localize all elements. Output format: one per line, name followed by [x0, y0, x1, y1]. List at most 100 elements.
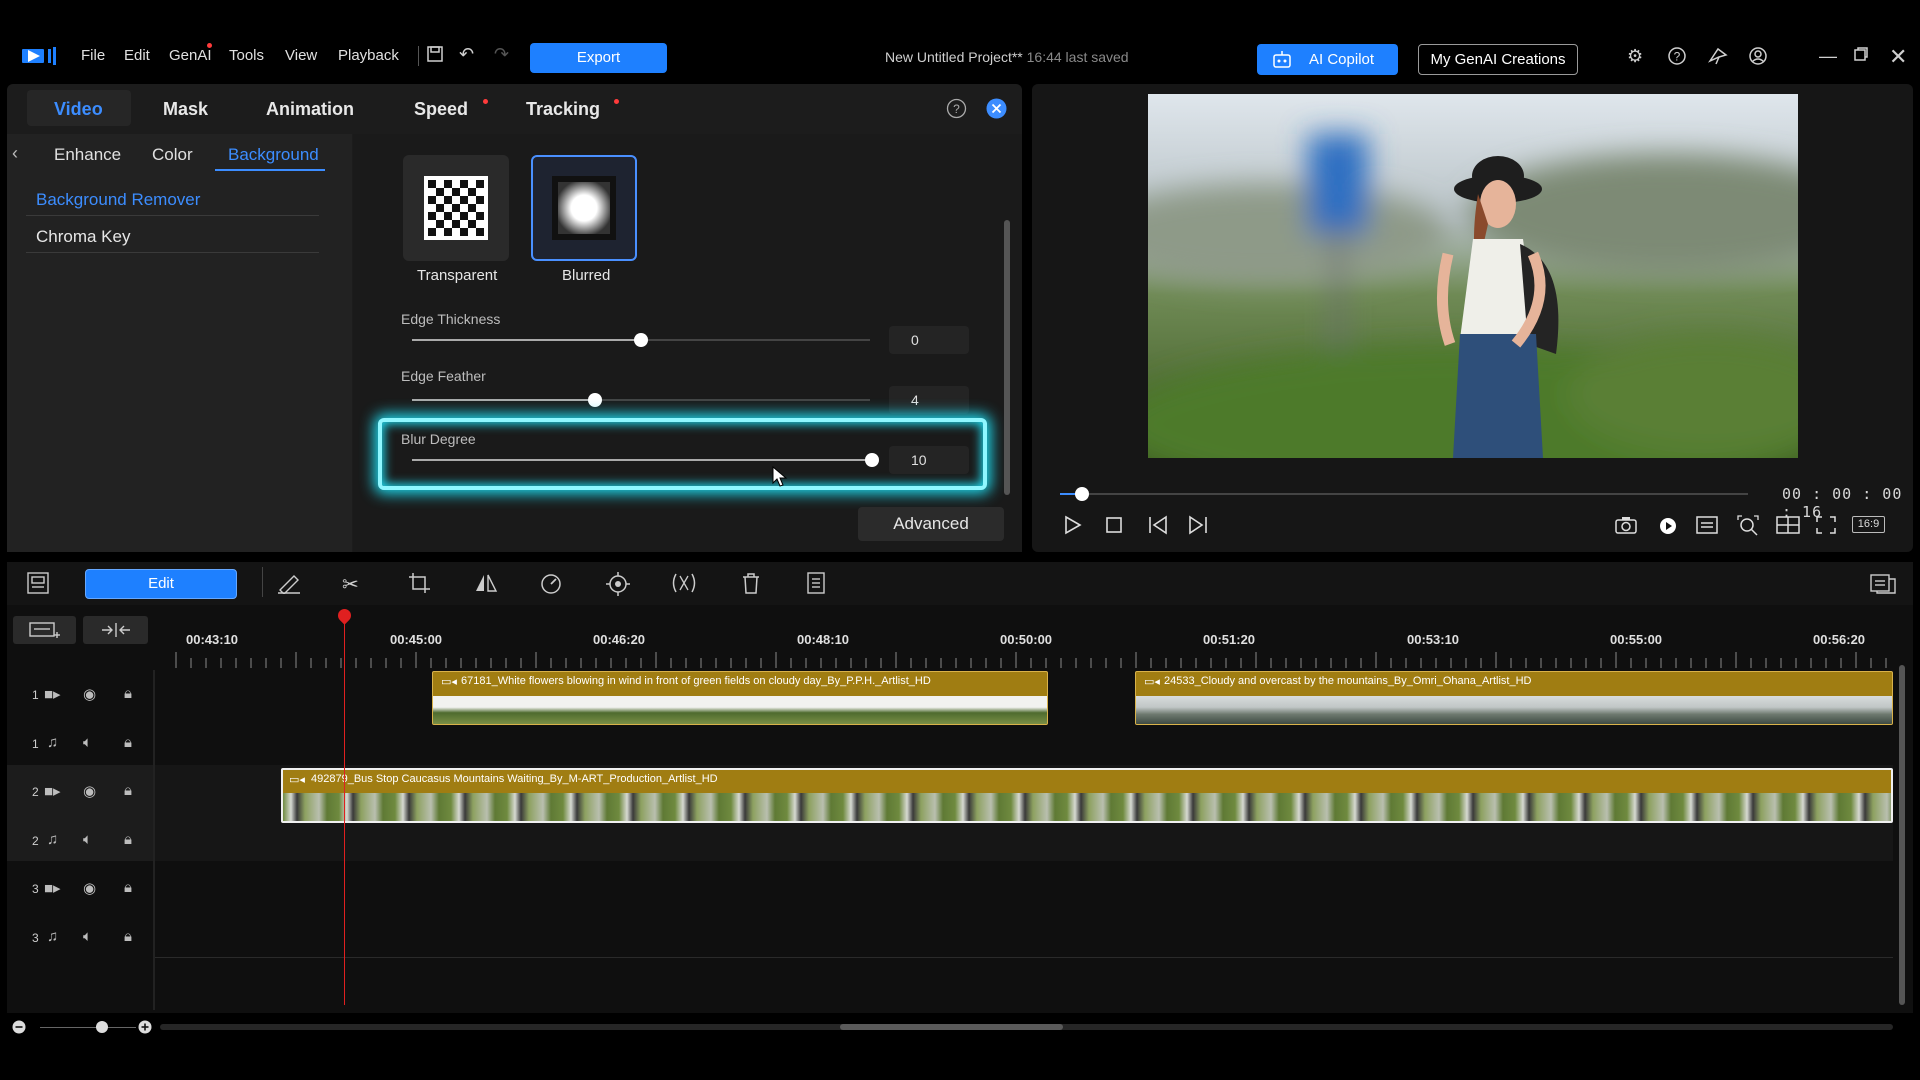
- timeline-ruler[interactable]: [160, 650, 1893, 668]
- gear-icon[interactable]: ⚙: [1627, 46, 1643, 67]
- library-toggle-icon[interactable]: [27, 572, 49, 600]
- clip-video-icon: ▭◂: [1144, 676, 1160, 688]
- svg-text:?: ?: [953, 102, 960, 116]
- play-icon[interactable]: [1061, 514, 1083, 542]
- minimize-icon[interactable]: —: [1819, 46, 1837, 67]
- fit-timeline-button[interactable]: [83, 616, 148, 644]
- timeline-settings-icon[interactable]: [1870, 572, 1896, 600]
- redo-icon[interactable]: ↷: [494, 44, 509, 65]
- tab-speed[interactable]: Speed: [414, 99, 468, 120]
- zoom-in-icon[interactable]: [138, 1020, 152, 1039]
- more-tools-icon[interactable]: [804, 572, 828, 600]
- undo-icon[interactable]: ↶: [459, 44, 474, 65]
- previous-frame-icon[interactable]: [1146, 514, 1170, 542]
- eye-icon[interactable]: ◉: [83, 782, 96, 800]
- menu-view[interactable]: View: [285, 47, 317, 64]
- timeline-scroll-thumb[interactable]: [840, 1024, 1063, 1030]
- render-preview-icon[interactable]: [1657, 515, 1679, 543]
- my-genai-creations-button[interactable]: My GenAI Creations: [1418, 44, 1578, 75]
- lock-icon[interactable]: 🔒︎: [124, 831, 132, 848]
- stop-icon[interactable]: [1103, 514, 1125, 542]
- scissors-icon[interactable]: ✂: [342, 572, 359, 597]
- blur-degree-input[interactable]: 10: [889, 446, 969, 474]
- blurred-option[interactable]: [531, 155, 637, 261]
- fullscreen-icon[interactable]: [1815, 515, 1837, 541]
- trash-icon[interactable]: [740, 572, 762, 600]
- lock-icon[interactable]: 🔒︎: [124, 782, 132, 799]
- tab-animation[interactable]: Animation: [266, 99, 354, 120]
- video-clip-selected[interactable]: ▭◂ 492879_Bus Stop Caucasus Mountains Wa…: [281, 768, 1893, 823]
- video-clip[interactable]: ▭◂ 24533_Cloudy and overcast by the moun…: [1135, 671, 1893, 725]
- edge-feather-slider-knob[interactable]: [588, 393, 602, 407]
- close-panel-icon[interactable]: [986, 98, 1007, 124]
- chevron-left-icon[interactable]: ‹: [12, 143, 18, 164]
- lock-icon[interactable]: 🔒︎: [124, 685, 132, 702]
- menu-playback[interactable]: Playback: [338, 47, 399, 64]
- edge-thickness-input[interactable]: 0: [889, 326, 969, 354]
- feedback-icon[interactable]: [1707, 46, 1729, 71]
- timecode: 00 : 00 : 00 : 16: [1782, 485, 1903, 521]
- video-clip[interactable]: ▭◂ 67181_White flowers blowing in wind i…: [432, 671, 1048, 725]
- zoom-slider-knob[interactable]: [96, 1021, 108, 1033]
- menu-tools[interactable]: Tools: [229, 47, 264, 64]
- lock-icon[interactable]: 🔒︎: [124, 734, 132, 751]
- snapshot-icon[interactable]: [1614, 515, 1638, 541]
- eye-icon[interactable]: ◉: [83, 685, 96, 703]
- menu-genai[interactable]: GenAI: [169, 47, 212, 64]
- help-icon[interactable]: ?: [946, 98, 967, 124]
- timeline-vertical-scrollbar[interactable]: [1899, 665, 1905, 1005]
- crop-icon[interactable]: [408, 572, 432, 600]
- subtitle-icon[interactable]: [1696, 515, 1718, 541]
- speed-gauge-icon[interactable]: [539, 572, 563, 600]
- playhead[interactable]: [344, 610, 345, 1005]
- subtab-background[interactable]: Background: [228, 145, 319, 165]
- transparent-option[interactable]: [403, 155, 509, 261]
- speaker-icon[interactable]: 🔈︎: [83, 831, 92, 848]
- tab-mask[interactable]: Mask: [163, 99, 208, 120]
- next-frame-icon[interactable]: [1186, 514, 1210, 542]
- tab-tracking[interactable]: Tracking: [526, 99, 600, 120]
- title-bar: [0, 0, 1920, 84]
- zoom-preview-icon[interactable]: [1737, 515, 1759, 543]
- add-track-button[interactable]: [13, 616, 76, 644]
- background-remover-option[interactable]: Background Remover: [36, 190, 200, 210]
- lock-icon[interactable]: 🔒︎: [124, 928, 132, 945]
- edit-button[interactable]: Edit: [85, 569, 237, 599]
- speaker-icon[interactable]: 🔈︎: [83, 928, 92, 945]
- track-number: 2: [32, 785, 39, 799]
- blur-degree-slider-knob[interactable]: [865, 453, 879, 467]
- preview-seek-knob[interactable]: [1075, 487, 1089, 501]
- export-button[interactable]: Export: [530, 43, 667, 73]
- edge-thickness-slider-knob[interactable]: [634, 333, 648, 347]
- account-icon[interactable]: [1748, 46, 1768, 71]
- lock-icon[interactable]: 🔒︎: [124, 879, 132, 896]
- app-logo[interactable]: [22, 47, 58, 65]
- help-icon[interactable]: ?: [1667, 46, 1687, 71]
- restore-icon[interactable]: [1853, 46, 1869, 67]
- menu-file[interactable]: File: [81, 47, 105, 64]
- menu-edit[interactable]: Edit: [124, 47, 150, 64]
- add-track-icon: [29, 622, 60, 638]
- tab-video[interactable]: Video: [54, 99, 103, 120]
- tracking-target-icon[interactable]: [606, 572, 630, 602]
- speaker-icon[interactable]: 🔈︎: [83, 734, 92, 751]
- close-icon[interactable]: ✕: [1889, 44, 1907, 70]
- transition-icon[interactable]: [670, 572, 698, 600]
- flip-icon[interactable]: [473, 572, 499, 600]
- advanced-button[interactable]: Advanced: [858, 507, 1004, 541]
- zoom-out-icon[interactable]: [12, 1020, 26, 1039]
- save-icon[interactable]: [425, 44, 445, 69]
- panel-scrollbar[interactable]: [1004, 220, 1010, 495]
- clip-thumbnails: [1136, 696, 1892, 724]
- subtab-color[interactable]: Color: [152, 145, 193, 165]
- eye-icon[interactable]: ◉: [83, 879, 96, 897]
- aspect-ratio-button[interactable]: 16:9: [1852, 516, 1885, 533]
- chroma-key-option[interactable]: Chroma Key: [36, 227, 130, 247]
- pen-icon[interactable]: [276, 572, 302, 600]
- layout-icon[interactable]: [1776, 515, 1800, 541]
- ruler-label: 00:45:00: [390, 632, 443, 647]
- subtab-enhance[interactable]: Enhance: [54, 145, 121, 165]
- ai-copilot-button[interactable]: AI Copilot: [1257, 44, 1398, 75]
- edge-feather-input[interactable]: 4: [889, 386, 969, 414]
- track-number: 1: [32, 688, 39, 702]
